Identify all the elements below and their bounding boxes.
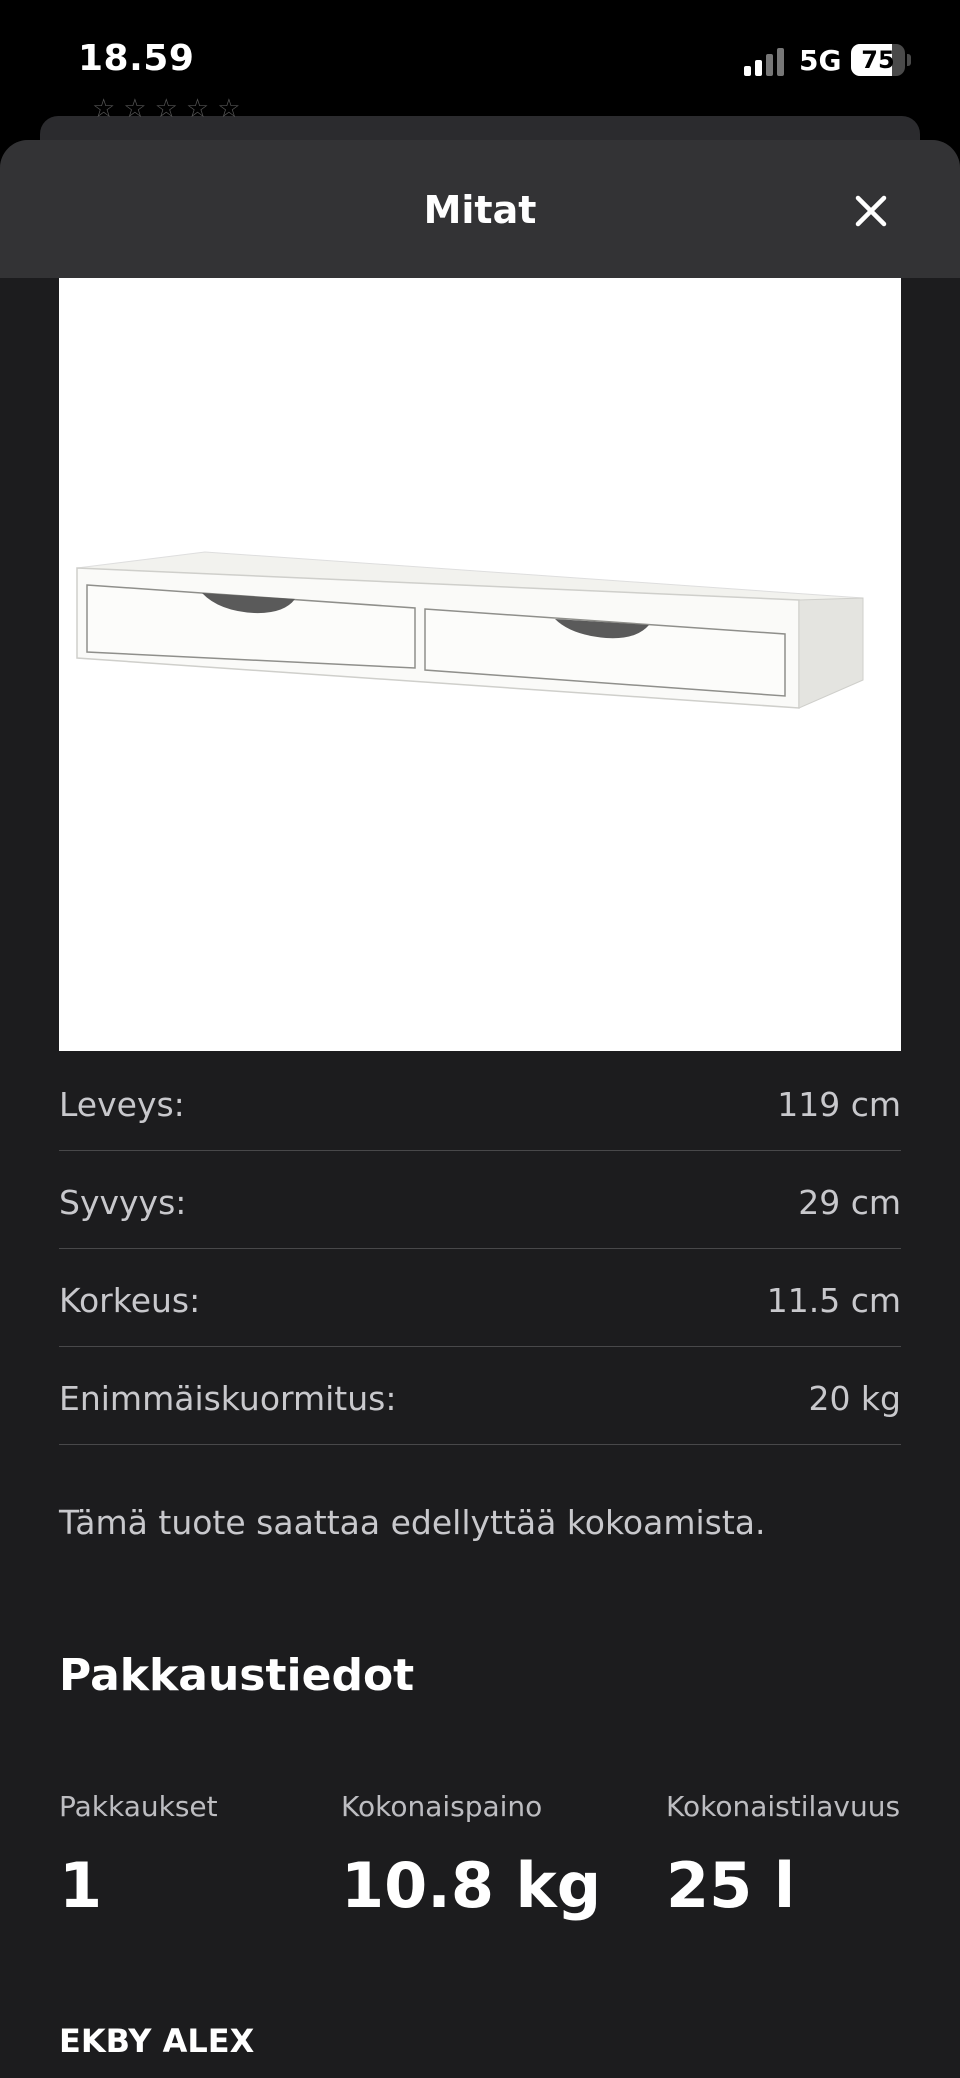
dimension-label: Korkeus: — [59, 1281, 201, 1320]
status-time: 18.59 — [78, 38, 195, 79]
dimension-value: 11.5 cm — [766, 1281, 901, 1320]
package-volume: Kokonaistilavuus 25 l — [666, 1790, 900, 1922]
dimension-value: 29 cm — [798, 1183, 901, 1222]
signal-strength-icon — [744, 46, 788, 76]
dimension-row-max-load: Enimmäiskuormitus: 20 kg — [59, 1347, 901, 1445]
sheet-title: Mitat — [423, 188, 537, 232]
dimensions-sheet: Mitat Leveys: 119 cm Syvyys: 29 cm Korke… — [0, 140, 960, 2078]
battery-level: 75 — [861, 46, 895, 74]
package-volume-value: 25 l — [666, 1849, 796, 1922]
dimension-label: Leveys: — [59, 1085, 185, 1124]
package-weight: Kokonaispaino 10.8 kg — [341, 1790, 601, 1922]
dimension-row-height: Korkeus: 11.5 cm — [59, 1249, 901, 1347]
dimension-row-depth: Syvyys: 29 cm — [59, 1151, 901, 1249]
package-count: Pakkaukset 1 — [59, 1790, 218, 1922]
package-count-label: Pakkaukset — [59, 1790, 218, 1823]
package-volume-label: Kokonaistilavuus — [666, 1790, 901, 1823]
package-weight-value: 10.8 kg — [341, 1849, 602, 1922]
dimension-value: 20 kg — [808, 1379, 901, 1418]
dimension-value: 119 cm — [777, 1085, 901, 1124]
package-count-value: 1 — [59, 1849, 103, 1922]
shelf-with-drawers-image — [76, 551, 864, 709]
package-weight-label: Kokonaispaino — [341, 1790, 543, 1823]
close-button[interactable] — [846, 186, 896, 236]
battery-icon: 75 — [851, 44, 905, 76]
package-info-heading: Pakkaustiedot — [59, 1650, 415, 1701]
dimension-label: Syvyys: — [59, 1183, 187, 1222]
network-type: 5G — [799, 44, 842, 77]
battery-tip — [907, 54, 911, 66]
rating-stars-icon: ☆☆☆☆☆ — [92, 94, 249, 124]
sheet-header: Mitat — [0, 140, 960, 278]
product-name: EKBY ALEX — [59, 2022, 255, 2060]
dimension-row-width: Leveys: 119 cm — [59, 1053, 901, 1151]
dimension-label: Enimmäiskuormitus: — [59, 1379, 397, 1418]
close-icon — [855, 195, 887, 227]
product-image — [59, 278, 901, 1051]
dimensions-list: Leveys: 119 cm Syvyys: 29 cm Korkeus: 11… — [59, 1053, 901, 1445]
assembly-note: Tämä tuote saattaa edellyttää kokoamista… — [59, 1503, 766, 1542]
